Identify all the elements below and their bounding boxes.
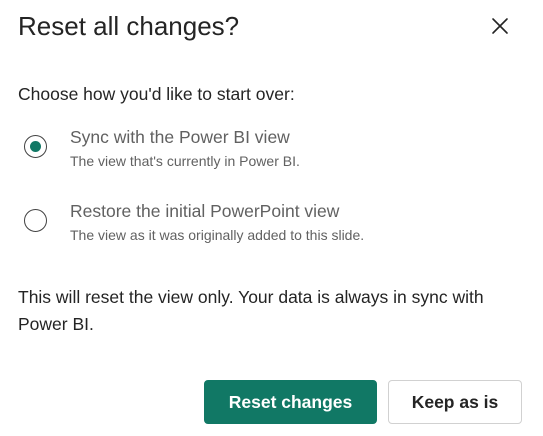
option-description: The view that's currently in Power BI. bbox=[70, 153, 300, 169]
reset-note: This will reset the view only. Your data… bbox=[18, 287, 484, 334]
option-restore-powerpoint[interactable]: Restore the initial PowerPoint view The … bbox=[22, 198, 502, 250]
keep-as-is-button[interactable]: Keep as is bbox=[388, 380, 522, 424]
dialog-title: Reset all changes? bbox=[18, 11, 240, 41]
option-label: Sync with the Power BI view bbox=[70, 127, 290, 147]
radio-sync-power-bi[interactable] bbox=[24, 135, 47, 158]
radio-restore-powerpoint[interactable] bbox=[24, 209, 47, 232]
close-icon bbox=[491, 17, 509, 40]
dialog-prompt: Choose how you'd like to start over: bbox=[18, 84, 295, 104]
option-sync-power-bi[interactable]: Sync with the Power BI view The view tha… bbox=[22, 124, 502, 176]
option-label: Restore the initial PowerPoint view bbox=[70, 201, 340, 221]
reset-changes-dialog: Reset all changes? Choose how you'd like… bbox=[0, 0, 543, 436]
reset-changes-button[interactable]: Reset changes bbox=[204, 380, 377, 424]
radio-selected-dot bbox=[29, 140, 41, 152]
close-button[interactable] bbox=[484, 12, 516, 44]
option-description: The view as it was originally added to t… bbox=[70, 227, 365, 243]
